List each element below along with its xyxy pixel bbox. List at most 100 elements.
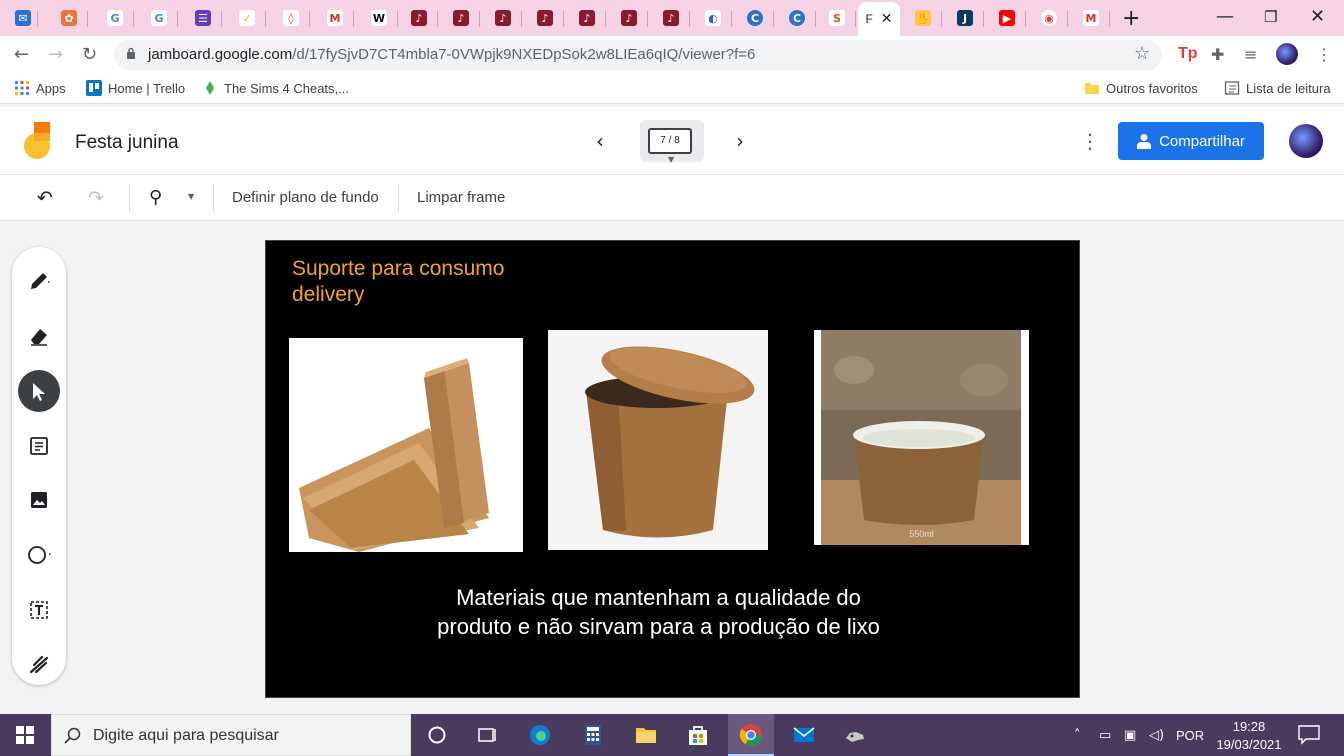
bookmark-apps[interactable]: Apps [14,80,66,96]
bookmark-trello[interactable]: Home | Trello [86,80,185,96]
sheet-music-icon: ♪ [495,10,511,26]
browser-tab[interactable]: M [316,4,354,32]
browser-tab[interactable]: C [778,4,816,32]
taskbar-clock[interactable]: 19:28 19/03/2021 [1206,718,1292,754]
paper-bags-image[interactable] [289,338,523,552]
zoom-icon[interactable]: ⚲ [149,187,162,208]
image-tool[interactable] [18,479,60,521]
drop-icon: ◊ [283,10,299,26]
pen-tool[interactable] [18,260,60,302]
windows-start-icon[interactable] [16,726,34,744]
browser-tab[interactable]: ◐ [694,4,732,32]
taskbar-search[interactable]: Digite aqui para pesquisar [51,714,411,756]
account-avatar[interactable] [1289,124,1323,158]
text-box-tool[interactable] [18,589,60,631]
calculator-icon[interactable] [581,723,605,747]
media-control-icon[interactable]: ≡ [1244,45,1257,64]
game-app-icon[interactable] [843,723,867,747]
browser-tab[interactable]: ▶ [988,4,1026,32]
browser-tab[interactable]: ✋ [904,4,942,32]
url-path: /d/17fySjvD7CT4mbla7-0VWpjk9NXEDpSok2w8L… [292,46,756,63]
flower-icon: ✿ [61,10,77,26]
kraft-bowl-image[interactable]: 550ml [814,330,1029,545]
undo-icon[interactable]: ↶ [37,187,53,209]
previous-frame-icon[interactable]: ‹ [596,129,604,153]
browser-tab[interactable]: W [360,4,398,32]
edge-browser-icon[interactable] [528,723,552,747]
browser-tab[interactable]: G [140,4,178,32]
browser-tab[interactable]: ✓ [228,4,266,32]
browser-tab[interactable]: C [736,4,774,32]
trello-icon [86,80,102,96]
chrome-taskbar-active[interactable] [728,714,774,756]
shape-tool[interactable] [18,534,60,576]
kraft-cup-image[interactable] [548,330,768,550]
more-options-icon[interactable]: ⋮ [1080,129,1100,153]
browser-tab[interactable]: ♪ [568,4,606,32]
browser-tab[interactable]: ♪ [484,4,522,32]
store-icon[interactable] [686,723,710,747]
browser-tab[interactable]: ♪ [400,4,438,32]
next-frame-icon[interactable]: › [736,129,744,153]
tray-chevron-icon[interactable]: ˄ [1074,728,1081,743]
bookmark-other-favorites[interactable]: Outros favoritos [1084,80,1198,96]
frame-navigator[interactable]: 7 / 8 ▼ [640,120,704,164]
browser-tab[interactable]: ◉ [1030,4,1068,32]
forward-icon[interactable]: → [48,44,63,65]
browser-tab[interactable]: G [96,4,134,32]
battery-icon[interactable]: ▭ [1099,728,1111,743]
back-icon[interactable]: ← [14,44,29,65]
minimize-icon[interactable]: — [1216,6,1234,27]
select-tool[interactable] [18,370,60,412]
language-indicator[interactable]: POR [1176,728,1204,743]
reading-list[interactable]: Lista de leitura [1224,80,1331,96]
clear-frame-button[interactable]: Limpar frame [417,189,505,206]
set-background-button[interactable]: Definir plano de fundo [232,189,379,206]
restore-icon[interactable]: ❐ [1264,8,1277,26]
photo-label: 550ml [909,529,934,539]
browser-tab[interactable]: ☰ [184,4,222,32]
browser-tab[interactable]: J [946,4,984,32]
laser-tool[interactable] [18,643,60,685]
browser-tab[interactable]: ♪ [442,4,480,32]
task-view-icon[interactable] [475,723,499,747]
file-explorer-icon[interactable] [634,723,658,747]
mail-app-icon[interactable] [792,723,816,747]
extensions-icon[interactable]: ✚ [1211,45,1224,64]
browser-tab[interactable]: ♪ [610,4,648,32]
new-tab-icon[interactable]: + [1122,6,1140,31]
redo-icon[interactable]: ↷ [88,187,104,209]
notifications-icon[interactable] [1298,725,1320,745]
tool-palette [12,247,66,685]
bookmark-sims[interactable]: The Sims 4 Cheats,... [202,80,349,96]
address-bar[interactable]: jamboard.google.com/d/17fySjvD7CT4mbla7-… [114,40,1162,70]
reload-icon[interactable]: ↻ [82,44,97,65]
browser-tab[interactable]: ◊ [272,4,310,32]
eraser-icon [31,329,47,346]
network-icon[interactable]: ▣ [1124,728,1136,743]
window-close-icon[interactable]: ✕ [1310,6,1325,27]
browser-tab[interactable]: ♪ [526,4,564,32]
browser-tab[interactable]: M [1072,4,1110,32]
browser-tab[interactable]: S [818,4,856,32]
hand-icon: ✋ [915,10,931,26]
bookmark-star-icon[interactable]: ☆ [1134,43,1150,64]
close-tab-icon[interactable]: ✕ [881,11,893,27]
share-button[interactable]: Compartilhar [1118,122,1264,160]
jamboard-header: Festa junina ‹ 7 / 8 ▼ › ⋮ Compartilhar [0,107,1344,175]
browser-tab[interactable]: ♪ [652,4,690,32]
sticky-note-tool[interactable] [18,425,60,467]
browser-tab-active[interactable]: F ✕ [858,2,900,36]
profile-avatar[interactable] [1276,43,1298,65]
cortana-icon[interactable] [425,723,449,747]
eraser-tool[interactable] [18,315,60,357]
browser-tab[interactable]: ✉ [8,4,38,32]
jam-frame[interactable]: Suporte para consumo delivery 550ml Mate… [265,240,1080,698]
browser-tab[interactable]: ✿ [50,4,88,32]
tp-extension-icon[interactable]: Tp [1178,45,1198,63]
zoom-dropdown-icon[interactable]: ▼ [188,192,194,201]
kraft-cup-illustration [548,330,768,550]
document-title[interactable]: Festa junina [75,132,179,154]
more-menu-icon[interactable]: ⋮ [1316,45,1332,64]
volume-icon[interactable]: ◁) [1149,728,1164,743]
